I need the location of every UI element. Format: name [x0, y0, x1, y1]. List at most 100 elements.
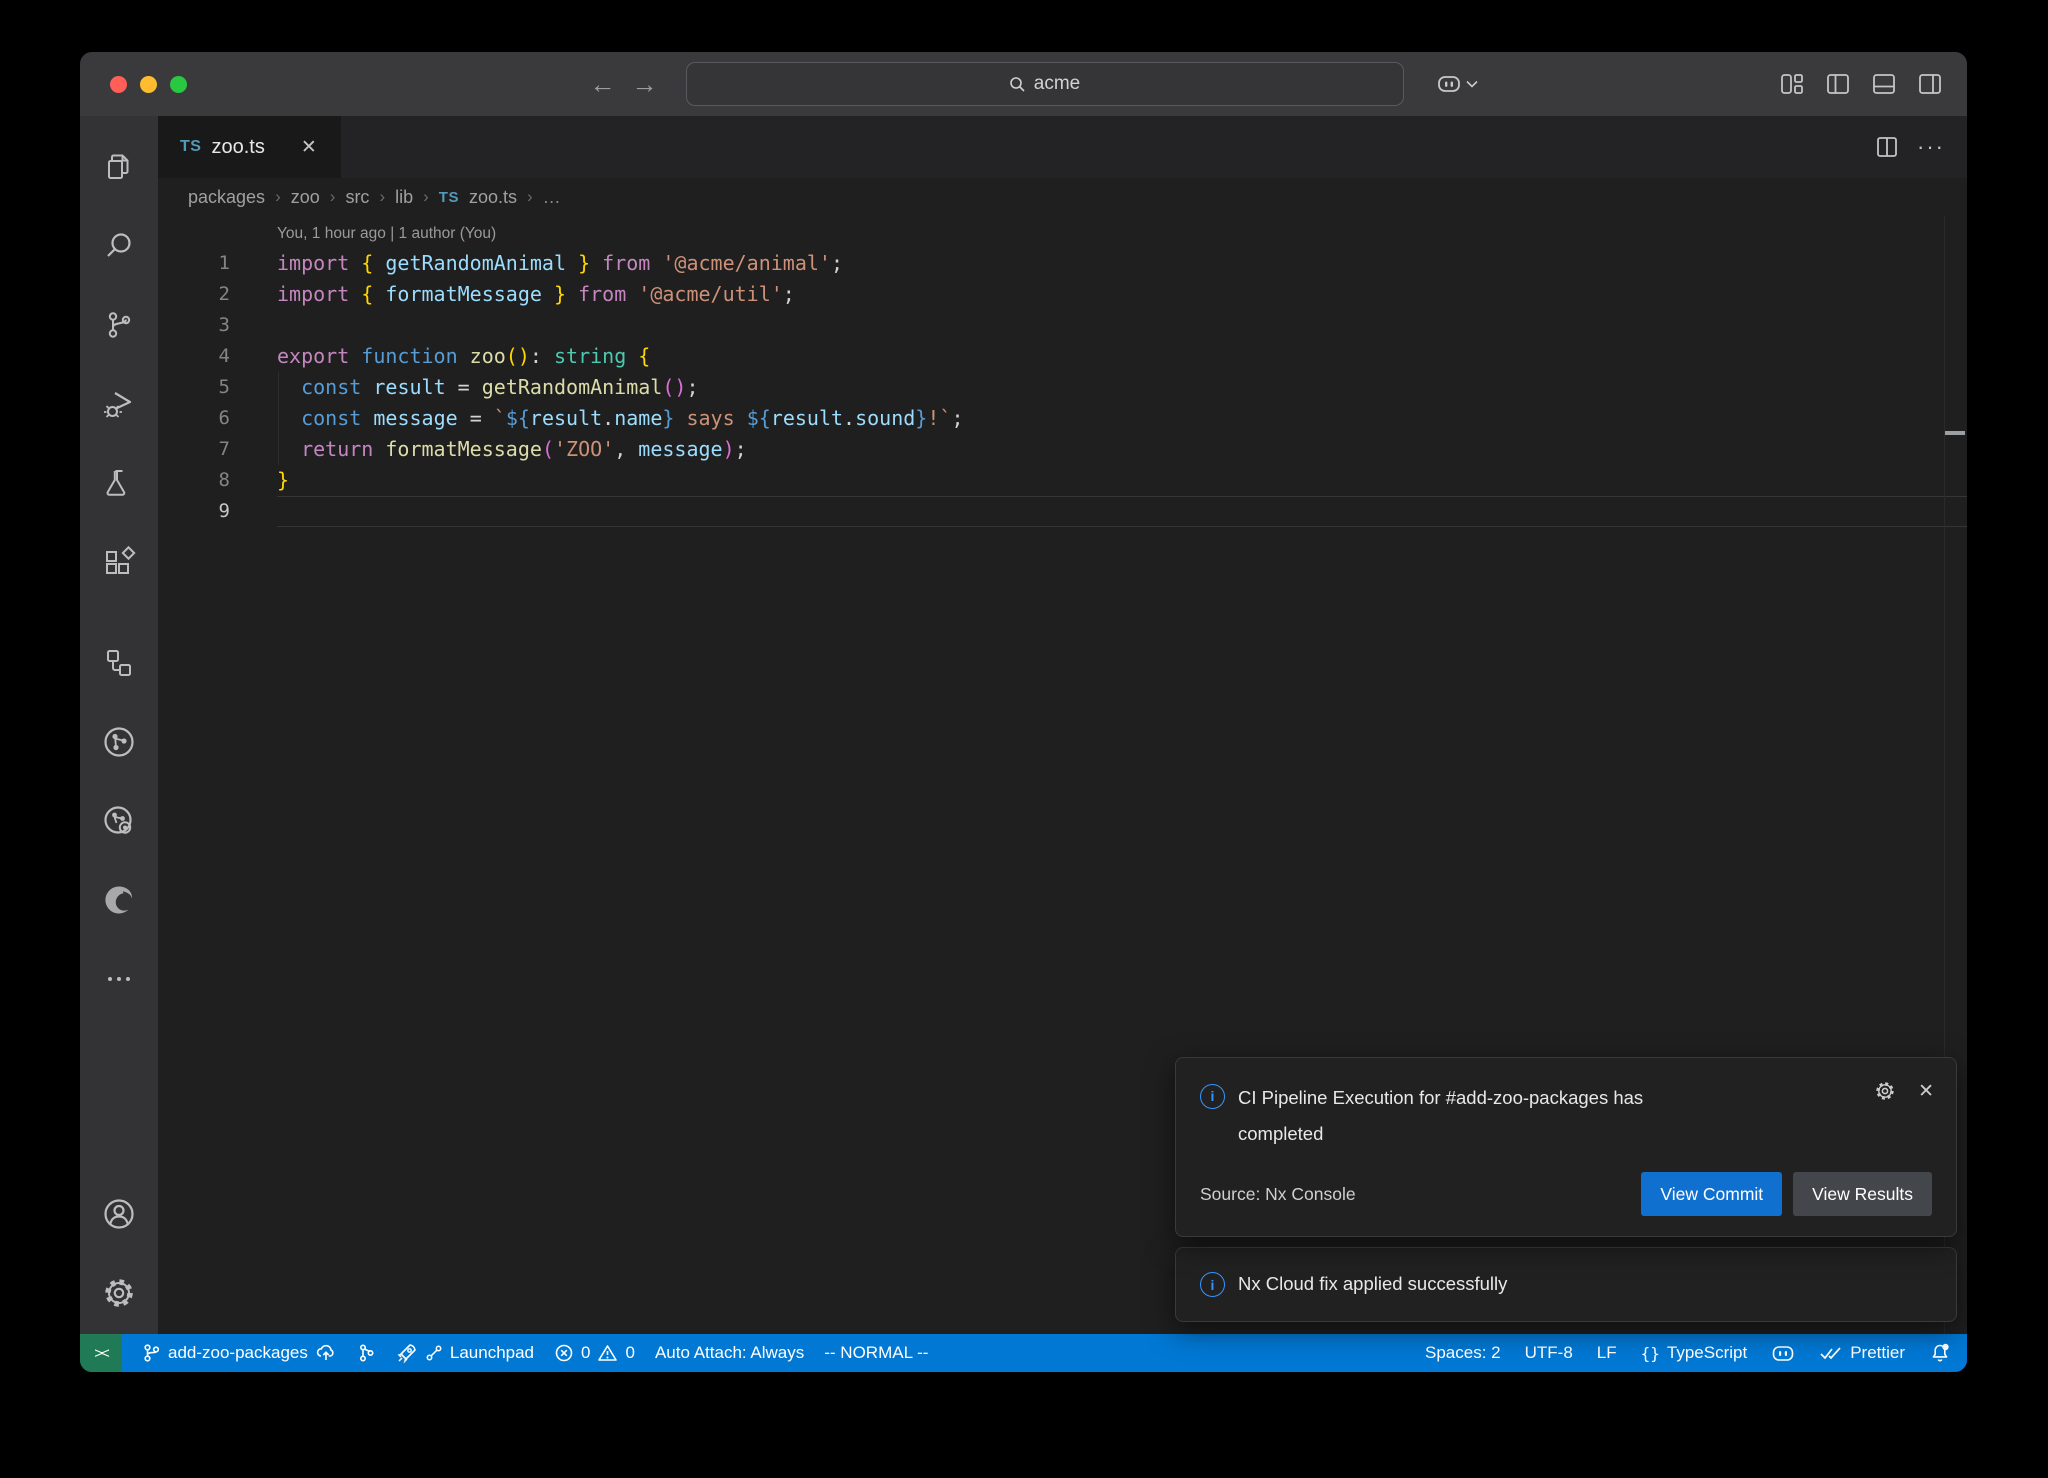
more-actions-icon[interactable]: ··· [1917, 134, 1945, 160]
code-line[interactable]: 4export function zoo(): string { [158, 341, 1967, 372]
notification-ci-pipeline: i CI Pipeline Execution for #add-zoo-pac… [1175, 1057, 1957, 1237]
breadcrumb-item[interactable]: packages [188, 187, 265, 208]
vim-mode-item[interactable]: -- NORMAL -- [824, 1343, 928, 1363]
typescript-file-icon: TS [439, 189, 459, 206]
status-bar: >< add-zoo-packages Launchpad 0 0 Auto A… [80, 1334, 1967, 1372]
nx-console-icon[interactable] [96, 719, 142, 765]
breadcrumb-item[interactable]: zoo.ts [469, 187, 517, 208]
notification-settings-gear-icon[interactable] [1874, 1080, 1896, 1102]
git-graph-item[interactable] [357, 1343, 376, 1363]
breadcrumb-item[interactable]: … [543, 187, 561, 208]
code-line[interactable]: 1import { getRandomAnimal } from '@acme/… [158, 248, 1967, 279]
copilot-icon [1436, 73, 1462, 95]
breadcrumb-separator: › [330, 187, 336, 207]
warnings-count: 0 [625, 1343, 634, 1363]
forward-icon[interactable]: → [624, 71, 666, 97]
remote-indicator[interactable]: >< [80, 1334, 122, 1372]
breadcrumb-item[interactable]: zoo [291, 187, 320, 208]
copilot-status-item[interactable] [1771, 1343, 1795, 1363]
problems-item[interactable]: 0 0 [554, 1343, 635, 1363]
breadcrumb-separator: › [527, 187, 533, 207]
split-editor-icon[interactable] [1875, 135, 1899, 159]
encoding-item[interactable]: UTF-8 [1525, 1343, 1573, 1363]
breadcrumb: packages › zoo › src › lib › TS zoo.ts ›… [158, 178, 1967, 216]
testing-icon[interactable] [96, 460, 142, 506]
rocket-icon [396, 1342, 418, 1364]
code-line[interactable]: 7 return formatMessage('ZOO', message); [158, 434, 1967, 465]
line-number: 2 [158, 279, 230, 310]
traffic-lights [80, 76, 280, 93]
notification-message: CI Pipeline Execution for #add-zoo-packa… [1238, 1080, 1683, 1152]
typescript-file-icon: TS [180, 138, 201, 156]
eol-item[interactable]: LF [1597, 1343, 1617, 1363]
prettier-item[interactable]: Prettier [1819, 1343, 1905, 1363]
nx-cloud-icon[interactable] [96, 798, 142, 844]
breadcrumb-item[interactable]: lib [395, 187, 413, 208]
code-line[interactable]: 5 const result = getRandomAnimal(); [158, 372, 1967, 403]
launchpad-item[interactable]: Launchpad [396, 1342, 534, 1364]
copilot-icon [1771, 1343, 1795, 1363]
braces-icon: {} [1641, 1344, 1660, 1363]
zoom-window-button[interactable] [170, 76, 187, 93]
activity-bar [80, 116, 158, 1334]
extensions-icon[interactable] [96, 539, 142, 585]
line-number: 7 [158, 434, 230, 465]
notification-nx-cloud-fix: i Nx Cloud fix applied successfully [1175, 1247, 1957, 1322]
account-icon[interactable] [96, 1191, 142, 1237]
vscode-window: ← → acme [80, 52, 1967, 1372]
view-commit-button[interactable]: View Commit [1641, 1172, 1782, 1216]
breadcrumb-item[interactable]: src [345, 187, 369, 208]
command-center-search[interactable]: acme [686, 62, 1404, 106]
additional-views-icon[interactable] [96, 956, 142, 1002]
language-mode-item[interactable]: {} TypeScript [1641, 1343, 1748, 1363]
search-view-icon[interactable] [96, 223, 142, 269]
auto-attach-item[interactable]: Auto Attach: Always [655, 1343, 804, 1363]
info-icon: i [1200, 1084, 1225, 1109]
toggle-secondary-sidebar-icon[interactable] [1917, 71, 1943, 97]
toggle-primary-sidebar-icon[interactable] [1825, 71, 1851, 97]
settings-gear-icon[interactable] [96, 1270, 142, 1316]
close-window-button[interactable] [110, 76, 127, 93]
breadcrumb-separator: › [379, 187, 385, 207]
git-blame-annotation[interactable]: You, 1 hour ago | 1 author (You) [277, 220, 1967, 248]
code-line[interactable]: 8} [158, 465, 1967, 496]
notification-close-icon[interactable]: ✕ [1918, 1080, 1934, 1103]
tab-zoo-ts[interactable]: TS zoo.ts ✕ [158, 116, 341, 178]
back-icon[interactable]: ← [582, 71, 624, 97]
references-hierarchy-icon[interactable] [96, 640, 142, 686]
run-debug-icon[interactable] [96, 381, 142, 427]
notification-source: Source: Nx Console [1200, 1184, 1356, 1205]
git-branch-item[interactable]: add-zoo-packages [142, 1343, 337, 1363]
line-number: 4 [158, 341, 230, 372]
view-results-button[interactable]: View Results [1793, 1172, 1932, 1216]
code-line[interactable]: 6 const message = `${result.name} says $… [158, 403, 1967, 434]
code-lines: 1import { getRandomAnimal } from '@acme/… [158, 248, 1967, 527]
info-icon: i [1200, 1272, 1225, 1297]
warnings-icon [597, 1343, 618, 1363]
overview-ruler-mark [1945, 431, 1965, 435]
breadcrumb-separator: › [275, 187, 281, 207]
minimize-window-button[interactable] [140, 76, 157, 93]
line-number: 9 [158, 496, 230, 527]
notifications-bell-item[interactable] [1929, 1342, 1951, 1364]
errors-count: 0 [581, 1343, 590, 1363]
double-check-icon [1819, 1344, 1843, 1362]
line-number: 6 [158, 403, 230, 434]
launchpad-label: Launchpad [450, 1343, 534, 1363]
source-control-icon[interactable] [96, 302, 142, 348]
customize-layout-icon[interactable] [1779, 71, 1805, 97]
edge-browser-icon[interactable] [96, 877, 142, 923]
launchpad-branch-icon [425, 1344, 443, 1362]
code-line[interactable]: 9 [158, 496, 1967, 527]
code-line[interactable]: 2import { formatMessage } from '@acme/ut… [158, 279, 1967, 310]
copilot-menu[interactable] [1436, 73, 1478, 95]
line-number: 1 [158, 248, 230, 279]
toggle-panel-icon[interactable] [1871, 71, 1897, 97]
line-number: 8 [158, 465, 230, 496]
code-line[interactable]: 3 [158, 310, 1967, 341]
indentation-item[interactable]: Spaces: 2 [1425, 1343, 1501, 1363]
explorer-icon[interactable] [96, 144, 142, 190]
tab-label: zoo.ts [211, 136, 264, 159]
tab-close-icon[interactable]: ✕ [301, 136, 317, 159]
tab-bar: TS zoo.ts ✕ ··· [158, 116, 1967, 178]
